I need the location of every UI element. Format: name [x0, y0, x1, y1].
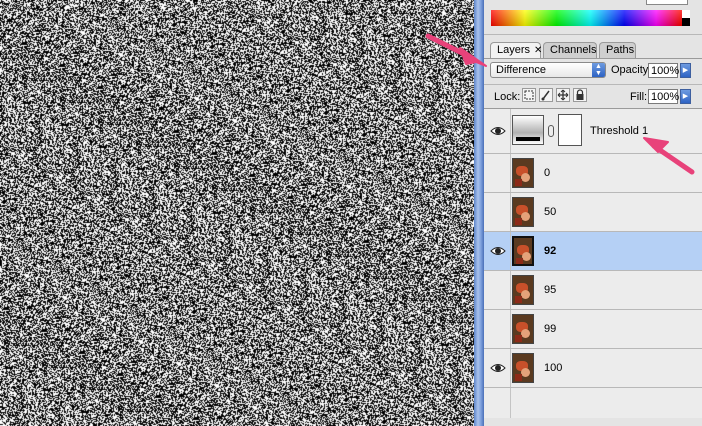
updown-arrows-icon: ▲ ▼: [592, 63, 605, 77]
close-icon[interactable]: ✕: [534, 45, 542, 56]
tab-layers[interactable]: Layers ✕: [490, 42, 542, 59]
opacity-label: Opacity:: [611, 64, 652, 76]
lock-transparent-pixels-icon[interactable]: [522, 88, 536, 102]
layer-name: 0: [544, 167, 551, 179]
lock-label: Lock:: [494, 91, 521, 103]
divider: [510, 154, 511, 192]
eye-icon[interactable]: [490, 361, 506, 375]
visibility-toggle-empty[interactable]: [490, 205, 504, 219]
lock-position-move-icon[interactable]: [556, 88, 570, 102]
blend-mode-select[interactable]: Difference ▲ ▼: [490, 62, 606, 78]
layers-empty-area: [484, 388, 702, 418]
visibility-toggle-empty[interactable]: [490, 166, 504, 180]
noise-canvas[interactable]: [0, 0, 474, 426]
fill-label: Fill:: [630, 91, 648, 103]
divider: [510, 271, 511, 309]
layer-50[interactable]: 50: [484, 193, 702, 232]
threshold-adjustment-icon: [512, 115, 544, 145]
layer-thumbnail: [512, 314, 534, 344]
layer-mask-thumbnail[interactable]: [558, 114, 582, 146]
annotation-arrow-icon: [643, 137, 695, 175]
lock-all-icon[interactable]: [573, 88, 587, 102]
eye-icon[interactable]: [490, 124, 506, 138]
divider: [510, 232, 511, 270]
color-spectrum-bar[interactable]: [491, 10, 690, 26]
link-chain-icon[interactable]: [548, 125, 554, 137]
visibility-toggle-empty[interactable]: [490, 322, 504, 336]
visibility-toggle-empty[interactable]: [490, 283, 504, 297]
blend-mode-value: Difference: [496, 64, 546, 76]
divider: [510, 310, 511, 348]
opacity-slider-arrow-icon[interactable]: ▶: [680, 63, 691, 78]
divider: [510, 193, 511, 231]
layer-thumbnail: [512, 275, 534, 305]
divider: [510, 109, 511, 153]
color-swatch-field[interactable]: [646, 0, 688, 5]
layer-name: 99: [544, 323, 557, 335]
divider: [484, 84, 702, 85]
divider: [510, 349, 511, 387]
divider: [510, 388, 511, 418]
tab-paths-label: Paths: [606, 44, 635, 56]
black-white-swatch[interactable]: [682, 10, 690, 26]
layer-100[interactable]: 100: [484, 349, 702, 388]
tab-divider: [484, 58, 702, 59]
tab-layers-label: Layers: [497, 44, 531, 56]
layer-99[interactable]: 99: [484, 310, 702, 349]
annotation-arrow-icon: [425, 33, 487, 67]
layer-name: 92: [544, 245, 557, 257]
layer-thumbnail: [512, 353, 534, 383]
tab-channels[interactable]: Channels: [543, 42, 597, 58]
fill-input[interactable]: 100%: [648, 89, 679, 104]
lock-image-pixels-brush-icon[interactable]: [539, 88, 553, 102]
layer-name: 50: [544, 206, 557, 218]
fill-slider-arrow-icon[interactable]: ▶: [680, 89, 691, 104]
layer-thumbnail: [512, 197, 534, 227]
layer-92[interactable]: 92: [484, 232, 702, 271]
opacity-input[interactable]: 100%: [648, 63, 679, 78]
layer-name: 100: [544, 362, 563, 374]
layer-name: 95: [544, 284, 557, 296]
tab-channels-label: Channels: [550, 44, 597, 56]
tab-paths[interactable]: Paths: [599, 42, 636, 58]
layer-95[interactable]: 95: [484, 271, 702, 310]
layer-thumbnail: [512, 158, 534, 188]
layer-thumbnail: [512, 236, 534, 266]
eye-icon[interactable]: [490, 244, 506, 258]
